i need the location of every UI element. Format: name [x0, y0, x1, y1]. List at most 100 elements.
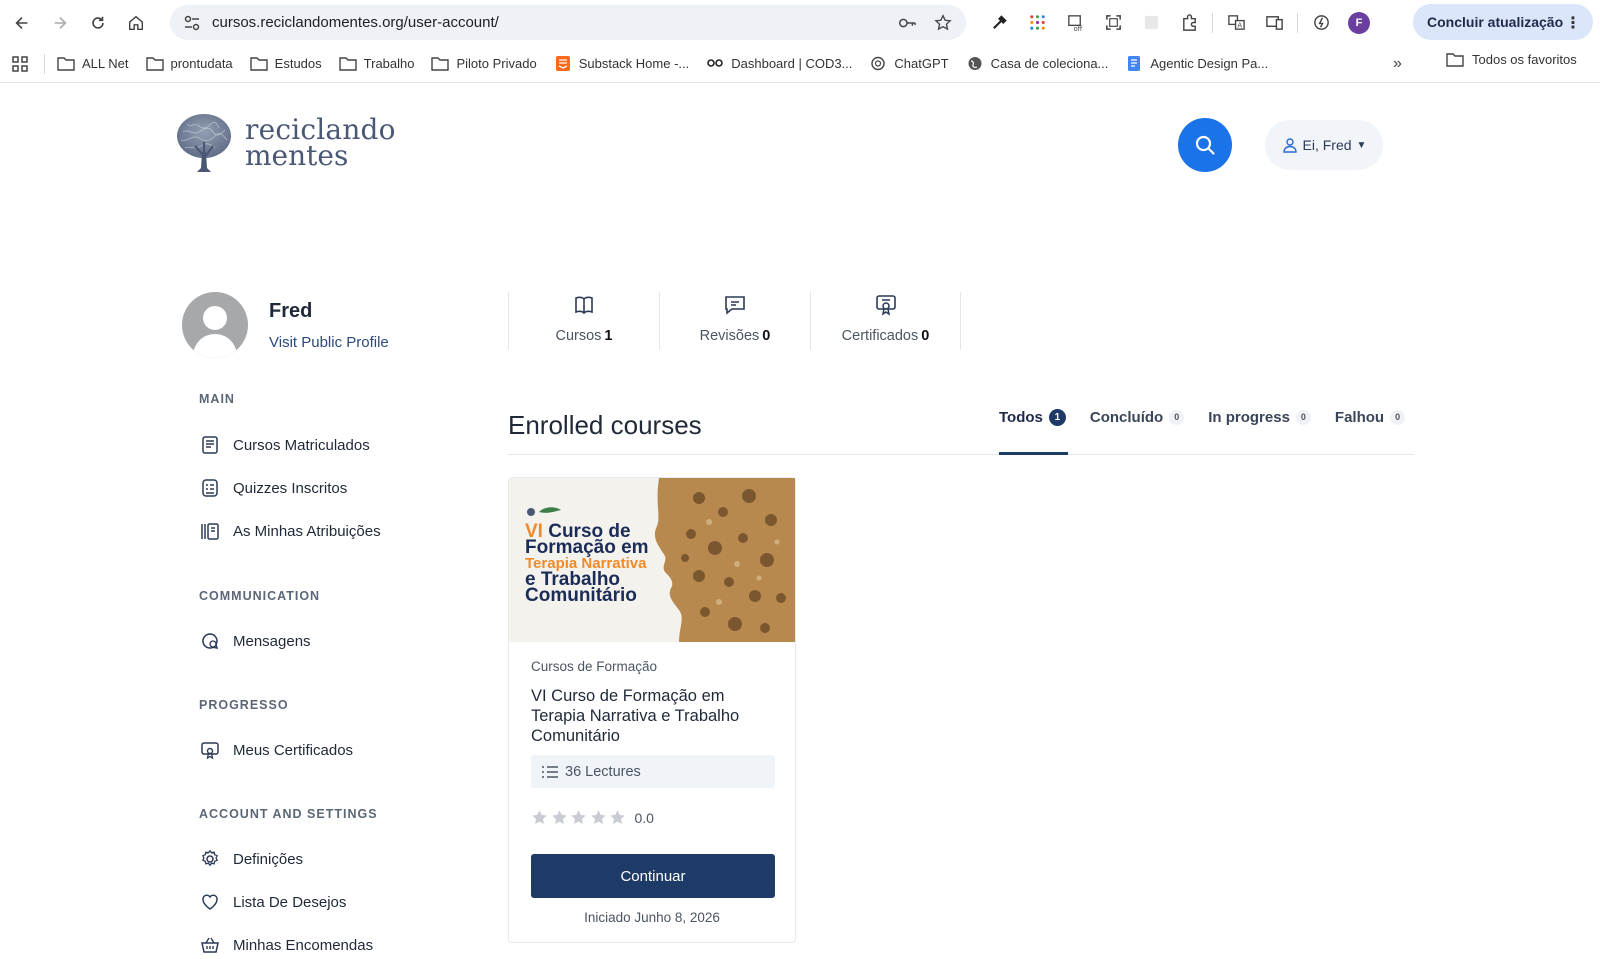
- tab-concluido[interactable]: Concluído 0: [1090, 406, 1185, 428]
- bookmarks-overflow-icon[interactable]: »: [1393, 55, 1402, 73]
- sidebar-item-label: As Minhas Atribuições: [233, 522, 381, 540]
- sidebar-item-label: Mensagens: [233, 632, 311, 650]
- sidebar-item-label: Minhas Encomendas: [233, 936, 374, 954]
- puzzle-extensions-icon[interactable]: [1170, 6, 1208, 39]
- certificate-icon: [875, 295, 896, 316]
- docs-icon: [1125, 56, 1143, 72]
- folder-icon: [145, 56, 164, 72]
- substack-icon: [554, 56, 572, 72]
- sidebar-item-label: Meus Certificados: [233, 741, 354, 759]
- bookmark-chatgpt[interactable]: ChatGPT: [869, 56, 949, 72]
- back-icon[interactable]: [3, 4, 41, 42]
- site-settings-icon[interactable]: [182, 13, 202, 33]
- quiz-icon: [199, 477, 221, 499]
- blank-extension-icon[interactable]: [1132, 6, 1170, 39]
- stat-label: Revisões: [699, 328, 760, 344]
- bookmark-estudos[interactable]: Estudos: [249, 56, 322, 72]
- bookmark-prontudata[interactable]: prontudata: [145, 56, 233, 72]
- url-text: cursos.reciclandomentes.org/user-account…: [212, 14, 499, 31]
- globe-icon: [966, 56, 984, 72]
- sidebar-item-lista-de-desejos[interactable]: Lista De Desejos: [199, 890, 459, 914]
- sidebar-item-minhas-encomendas[interactable]: Minhas Encomendas: [199, 933, 459, 957]
- lectures-count: 36 Lectures: [531, 755, 775, 788]
- bookmark-star-icon[interactable]: [932, 12, 954, 34]
- more-menu-icon[interactable]: ⋮: [1565, 13, 1581, 33]
- course-card: VI Curso de Formação em Terapia Narrativ…: [508, 477, 796, 943]
- course-start-date: Iniciado Junho 8, 2026: [584, 910, 720, 925]
- tab-todos[interactable]: Todos 1: [999, 406, 1066, 428]
- sidebar-item-mensagens[interactable]: Mensagens: [199, 629, 459, 653]
- sidebar-section-main: MAIN: [199, 392, 235, 406]
- gear-icon: [199, 848, 221, 870]
- sidebar-item-label: Cursos Matriculados: [233, 436, 370, 454]
- folder-icon: [249, 56, 268, 72]
- sidebar-section-communication: COMMUNICATION: [199, 589, 321, 603]
- forward-icon[interactable]: [41, 4, 79, 42]
- rating-value: 0.0: [634, 809, 654, 826]
- tab-count-badge: 0: [1169, 409, 1185, 425]
- messages-icon: [199, 630, 221, 652]
- stat-label: Certificados: [841, 328, 919, 344]
- sidebar-item-cursos-matriculados[interactable]: Cursos Matriculados: [199, 433, 459, 457]
- star-icon: [551, 810, 567, 824]
- tab-falhou[interactable]: Falhou 0: [1335, 406, 1406, 428]
- tabs-divider: [508, 454, 1414, 455]
- bookmark-all-net[interactable]: ALL Net: [57, 56, 129, 72]
- continue-button[interactable]: Continuar: [531, 854, 775, 898]
- bookmark-dashboard[interactable]: Dashboard | COD3...: [706, 56, 852, 72]
- profile-stats: Cursos 1 Revisões 0 Certificados 0: [508, 292, 961, 350]
- stat-certificados[interactable]: Certificados 0: [810, 292, 961, 350]
- certificate-icon: [199, 739, 221, 761]
- all-bookmarks-folder[interactable]: Todos os favoritos: [1446, 52, 1577, 67]
- logo-text-line2: mentes: [245, 139, 349, 172]
- tree-logo-icon: [177, 114, 231, 172]
- thumbnail-title-text: VI Curso de Formação em Terapia Narrativ…: [525, 521, 649, 606]
- sidebar-item-as-minhas-atribuicoes[interactable]: As Minhas Atribuições: [199, 519, 459, 543]
- home-icon[interactable]: [117, 4, 155, 42]
- apps-grid-icon[interactable]: [1018, 6, 1056, 39]
- profile-avatar[interactable]: F: [1340, 6, 1378, 39]
- svg-text:off: off: [1073, 25, 1082, 32]
- performance-icon[interactable]: [1302, 6, 1340, 39]
- sidebar-section-progresso: PROGRESSO: [199, 698, 289, 712]
- screenshot-icon[interactable]: [1094, 6, 1132, 39]
- translate-icon[interactable]: A: [1217, 6, 1255, 39]
- stat-count: 1: [604, 328, 613, 344]
- eyedropper-icon[interactable]: [980, 6, 1018, 39]
- update-button[interactable]: Concluir atualização ⋮: [1413, 4, 1593, 40]
- user-icon: [1282, 138, 1297, 153]
- course-category[interactable]: Cursos de Formação: [531, 659, 657, 674]
- address-bar[interactable]: cursos.reciclandomentes.org/user-account…: [170, 5, 966, 40]
- apps-icon[interactable]: [10, 54, 30, 74]
- user-menu-button[interactable]: Ei, Fred ▼: [1265, 120, 1383, 170]
- cod3r-icon: [706, 56, 724, 72]
- stat-cursos[interactable]: Cursos 1: [508, 292, 659, 350]
- site-logo[interactable]: reciclando mentes: [175, 112, 396, 174]
- cookie-off-icon[interactable]: off: [1056, 6, 1094, 39]
- stat-count: 0: [762, 328, 771, 344]
- password-key-icon[interactable]: [896, 12, 918, 34]
- course-title[interactable]: VI Curso de Formação em Terapia Narrativ…: [531, 686, 781, 746]
- bookmark-casa-de-colecionador[interactable]: Casa de coleciona...: [966, 56, 1108, 72]
- avatar[interactable]: [182, 292, 248, 358]
- sidebar-item-quizzes-inscritos[interactable]: Quizzes Inscritos: [199, 476, 459, 500]
- bookmark-substack[interactable]: Substack Home -...: [554, 56, 689, 72]
- stat-count: 0: [921, 328, 930, 344]
- book-icon: [575, 296, 593, 315]
- stat-revisoes[interactable]: Revisões 0: [659, 292, 810, 350]
- bookmark-piloto-privado[interactable]: Piloto Privado: [431, 56, 537, 72]
- course-thumbnail[interactable]: VI Curso de Formação em Terapia Narrativ…: [509, 478, 795, 642]
- reload-icon[interactable]: [79, 4, 117, 42]
- sidebar-item-meus-certificados[interactable]: Meus Certificados: [199, 738, 459, 762]
- folder-icon: [431, 56, 450, 72]
- tab-in-progress[interactable]: In progress 0: [1208, 406, 1311, 428]
- update-button-label: Concluir atualização: [1427, 14, 1564, 30]
- browser-toolbar: cursos.reciclandomentes.org/user-account…: [0, 0, 1600, 45]
- visit-public-profile-link[interactable]: Visit Public Profile: [269, 334, 389, 351]
- sidebar-item-definicoes[interactable]: Definições: [199, 847, 459, 871]
- device-icon[interactable]: [1255, 6, 1293, 39]
- search-button[interactable]: [1178, 118, 1232, 172]
- bookmark-trabalho[interactable]: Trabalho: [338, 56, 414, 72]
- star-icon: [571, 810, 586, 824]
- bookmark-agentic-design[interactable]: Agentic Design Pa...: [1125, 56, 1268, 72]
